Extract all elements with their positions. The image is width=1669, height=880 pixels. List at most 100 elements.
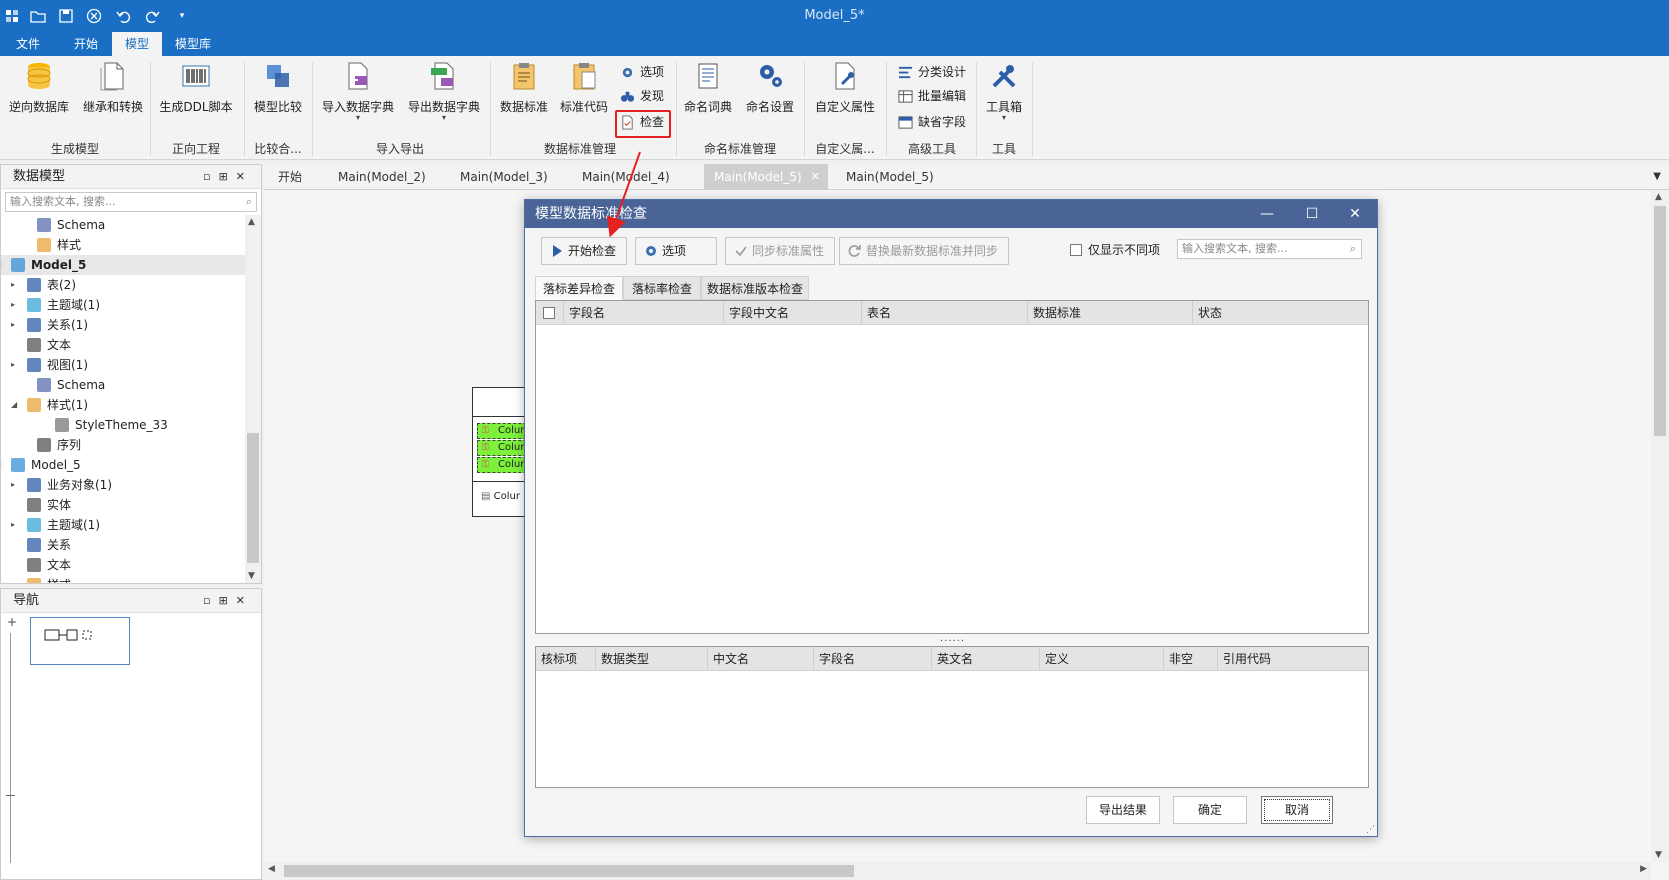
minimize-icon[interactable]: — xyxy=(1247,200,1287,228)
tab-start[interactable]: 开始 xyxy=(64,32,108,56)
scroll-thumb[interactable] xyxy=(284,865,854,877)
tree-item[interactable]: Schema xyxy=(1,375,245,395)
zoom-slider-handle[interactable] xyxy=(6,795,15,796)
standard-code-button[interactable]: 标准代码 xyxy=(556,60,612,115)
col-field-cn-name[interactable]: 字段中文名 xyxy=(724,301,862,325)
only-diff-checkbox[interactable]: 仅显示不同项 xyxy=(1070,241,1160,259)
col-not-null[interactable]: 非空 xyxy=(1164,647,1218,671)
tree-item[interactable]: 样式 xyxy=(1,235,245,255)
col-status[interactable]: 状态 xyxy=(1193,301,1369,325)
data-standard-button[interactable]: 数据标准 xyxy=(496,60,552,115)
replace-sync-button[interactable]: 替换最新数据标准并同步 xyxy=(839,237,1010,265)
model-compare-button[interactable]: 模型比较 xyxy=(250,60,306,115)
subtab-diff-check[interactable]: 落标差异检查 xyxy=(535,276,623,300)
cancel-button[interactable]: 取消 xyxy=(1261,796,1333,824)
scroll-left-icon[interactable]: ◀ xyxy=(268,864,275,874)
gen-ddl-button[interactable]: 生成DDL脚本 xyxy=(158,60,234,115)
tree-item[interactable]: ◢ Model_5 xyxy=(1,455,245,475)
collapse-icon[interactable]: ◢ xyxy=(1,255,5,275)
tree-item[interactable]: ▸ 表(2) xyxy=(1,275,245,295)
tree-item[interactable]: ▸ 业务对象(1) xyxy=(1,475,245,495)
zoom-slider[interactable] xyxy=(10,633,11,863)
maximize-icon[interactable]: ☐ xyxy=(1292,200,1332,228)
col-data-standard[interactable]: 数据标准 xyxy=(1028,301,1193,325)
tab-model-library[interactable]: 模型库 xyxy=(166,32,220,56)
col-field-name[interactable]: 字段名 xyxy=(814,647,932,671)
dialog-title-bar[interactable]: 模型数据标准检查 — ☐ ✕ xyxy=(525,200,1377,228)
tab-model[interactable]: 模型 xyxy=(112,32,162,56)
expand-icon[interactable]: ▸ xyxy=(11,475,21,495)
tree-item[interactable]: ▸ 关系(1) xyxy=(1,315,245,335)
expand-icon[interactable]: ▸ xyxy=(11,315,21,335)
doc-tab-model-5[interactable]: Main(Model_5) xyxy=(840,164,950,190)
expand-icon[interactable]: ▸ xyxy=(11,515,21,535)
canvas-horizontal-scrollbar[interactable]: ◀ ▶ xyxy=(264,862,1651,880)
tree-item[interactable]: Schema xyxy=(1,215,245,235)
default-field-button[interactable]: 缺省字段 xyxy=(896,112,966,132)
tree-item[interactable]: ◢ Model_5 xyxy=(1,255,245,275)
close-icon[interactable]: ✕ xyxy=(811,164,820,190)
panel-controls[interactable]: ▫⊞✕ xyxy=(203,589,253,613)
tab-file[interactable]: 文件 xyxy=(6,32,50,56)
scroll-down-icon[interactable]: ▼ xyxy=(1655,850,1662,860)
col-en-name[interactable]: 英文名 xyxy=(932,647,1040,671)
col-table-name[interactable]: 表名 xyxy=(862,301,1028,325)
tree-item[interactable]: ▸ 主题域(1) xyxy=(1,295,245,315)
doc-tab-start[interactable]: 开始 xyxy=(272,164,320,190)
expand-icon[interactable]: ▸ xyxy=(11,295,21,315)
tree-item[interactable]: ◢ 样式(1) xyxy=(1,395,245,415)
expand-icon[interactable]: ▸ xyxy=(11,275,21,295)
inherit-convert-button[interactable]: 继承和转换 xyxy=(80,60,146,115)
tree-item[interactable]: ▸ 主题域(1) xyxy=(1,515,245,535)
tree-item[interactable]: ▸ 视图(1) xyxy=(1,355,245,375)
naming-dict-button[interactable]: 命名词典 xyxy=(680,60,736,115)
scroll-thumb[interactable] xyxy=(247,433,259,563)
discover-button[interactable]: 发现 xyxy=(618,86,664,106)
doc-tab-model-2[interactable]: Main(Model_2) xyxy=(332,164,442,190)
reverse-db-button[interactable]: 逆向数据库 xyxy=(8,60,70,115)
export-dict-button[interactable]: 导出数据字典 ▾ xyxy=(404,60,484,122)
resize-grip-icon[interactable]: ⋰ xyxy=(1366,825,1375,835)
col-ref-code[interactable]: 引用代码 xyxy=(1218,647,1369,671)
tree-item[interactable]: 样式 xyxy=(1,575,245,583)
tree-item[interactable]: 序列 xyxy=(1,435,245,455)
tree-item[interactable]: 关系 xyxy=(1,535,245,555)
model-search-input[interactable]: 输入搜索文本, 搜索... ⌕ xyxy=(5,192,257,212)
entity-footer-column[interactable]: ▤ Colur xyxy=(481,491,520,502)
tab-list-dropdown-icon[interactable]: ▼ xyxy=(1653,164,1661,190)
col-field-name[interactable]: 字段名 xyxy=(564,301,724,325)
checkbox-box[interactable] xyxy=(1070,244,1082,256)
naming-settings-button[interactable]: 命名设置 xyxy=(742,60,798,115)
ok-button[interactable]: 确定 xyxy=(1173,796,1247,824)
subtab-rate-check[interactable]: 落标率检查 xyxy=(623,276,701,300)
export-result-button[interactable]: 导出结果 xyxy=(1086,796,1160,824)
options-button[interactable]: 选项 xyxy=(618,62,664,82)
col-data-type[interactable]: 数据类型 xyxy=(596,647,708,671)
navigation-preview[interactable] xyxy=(30,617,130,665)
col-check-item[interactable]: 核标项 xyxy=(536,647,596,671)
close-icon[interactable]: ✕ xyxy=(1335,200,1375,228)
select-all-column[interactable] xyxy=(536,301,564,325)
collapse-icon[interactable]: ◢ xyxy=(1,455,5,475)
subtab-version-check[interactable]: 数据标准版本检查 xyxy=(701,276,809,300)
toolbox-button[interactable]: 工具箱 ▾ xyxy=(982,60,1026,122)
entity-box[interactable]: ⚿ Colur ⚿ Colur ⚿ Colur ▤ Colur xyxy=(472,387,532,517)
tree-item[interactable]: 文本 xyxy=(1,555,245,575)
tree-scrollbar[interactable]: ▲ ▼ xyxy=(245,215,261,583)
col-cn-name[interactable]: 中文名 xyxy=(708,647,814,671)
tree-item[interactable]: StyleTheme_33 xyxy=(1,415,245,435)
canvas-vertical-scrollbar[interactable]: ▲ ▼ xyxy=(1651,190,1669,862)
scroll-right-icon[interactable]: ▶ xyxy=(1640,864,1647,874)
scroll-up-icon[interactable]: ▲ xyxy=(248,217,255,227)
sync-attr-button[interactable]: 同步标准属性 xyxy=(725,237,836,265)
dialog-search-input[interactable]: 输入搜索文本, 搜索... ⌕ xyxy=(1177,239,1362,259)
options-button[interactable]: 选项 xyxy=(635,237,717,265)
start-check-button[interactable]: 开始检查 xyxy=(541,237,628,265)
batch-edit-button[interactable]: 批量编辑 xyxy=(896,86,966,106)
panel-controls[interactable]: ▫⊞✕ xyxy=(203,165,253,189)
tree-item[interactable]: 实体 xyxy=(1,495,245,515)
scroll-up-icon[interactable]: ▲ xyxy=(1655,192,1662,202)
custom-attr-button[interactable]: 自定义属性 xyxy=(812,60,878,115)
tree-item[interactable]: 文本 xyxy=(1,335,245,355)
scroll-down-icon[interactable]: ▼ xyxy=(248,571,255,581)
